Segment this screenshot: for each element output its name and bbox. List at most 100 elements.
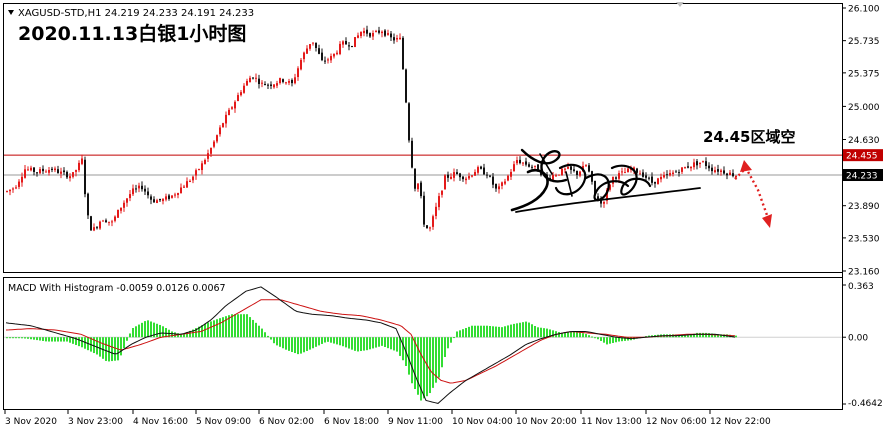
candle (402, 36, 404, 70)
candle (414, 168, 416, 192)
candle-body (576, 170, 578, 175)
histogram-bar (699, 332, 701, 338)
macd-axis-ticks: 0.363 0.00 -0.4642 (842, 282, 883, 409)
histogram-bar (237, 314, 239, 338)
candle-body (21, 176, 23, 183)
candle-body (696, 161, 698, 166)
candle-body (138, 185, 140, 189)
candle-body (426, 225, 428, 229)
candle-body (57, 169, 59, 174)
histogram-bar (36, 337, 38, 341)
histogram-bar (357, 337, 359, 352)
candle (423, 191, 425, 227)
candle-body (324, 60, 326, 62)
histogram-bar (390, 337, 392, 350)
candle-body (390, 33, 392, 38)
histogram-bar (78, 337, 80, 347)
candle (117, 209, 119, 219)
candle-body (159, 198, 161, 201)
candle-body (228, 109, 230, 116)
candle-body (561, 168, 563, 176)
candle-body (168, 195, 170, 199)
histogram-bar (423, 337, 425, 399)
candle-body (453, 172, 455, 178)
candle-body (522, 162, 524, 164)
trading-chart: XAGUSD-STD,H1 24.219 24.233 24.191 24.23… (3, 2, 883, 427)
histogram-bar (24, 337, 26, 339)
candle-body (291, 79, 293, 84)
histogram-bar (159, 324, 161, 338)
histogram-bar (231, 314, 233, 338)
candle-body (45, 171, 47, 173)
candle-body (36, 172, 38, 174)
candle-body (528, 164, 530, 167)
candle-body (447, 174, 449, 178)
histogram-bar (495, 326, 497, 338)
histogram-bar (459, 330, 461, 338)
candle-body (303, 52, 305, 60)
candle-body (105, 220, 107, 223)
histogram-bar (507, 325, 509, 338)
histogram-bar (333, 337, 335, 344)
macd-tick-label: 0.00 (848, 334, 868, 344)
candle-body (516, 160, 518, 164)
histogram-bar (150, 321, 152, 338)
histogram-bar (327, 337, 329, 342)
histogram-bar (99, 337, 101, 357)
histogram-bar (234, 314, 236, 338)
histogram-bar (468, 326, 470, 338)
candle-body (339, 43, 341, 55)
candle-body (714, 170, 716, 173)
candle (354, 37, 356, 48)
histogram-bar (243, 314, 245, 338)
candle-body (183, 186, 185, 188)
candle-body (480, 166, 482, 169)
histogram-bar (213, 320, 215, 338)
candle-body (27, 169, 29, 171)
candle-body (369, 33, 371, 37)
candle-body (114, 216, 116, 221)
candle-body (684, 167, 686, 169)
histogram-bar (537, 327, 539, 338)
candle-body (198, 169, 200, 171)
time-tick-label: 3 Nov 23:00 (68, 417, 123, 427)
candle-body (318, 48, 320, 54)
candle-body (30, 167, 32, 171)
candle-body (264, 83, 266, 86)
histogram-bar (288, 337, 290, 351)
candle-body (156, 200, 158, 203)
candle-body (729, 172, 731, 176)
candle-body (666, 174, 668, 176)
candle-body (477, 167, 479, 173)
candle-body (387, 33, 389, 35)
histogram-bar (270, 337, 272, 340)
candle-body (270, 84, 272, 86)
histogram-bar (54, 337, 56, 342)
candle (420, 180, 422, 199)
candle-body (417, 183, 419, 190)
histogram-bar (402, 337, 404, 361)
candle-body (471, 175, 473, 177)
candle-body (456, 172, 458, 175)
candle-body (60, 171, 62, 174)
candle-body (69, 176, 71, 179)
histogram-bar (240, 314, 242, 338)
histogram-bar (384, 337, 386, 348)
histogram-bar (519, 322, 521, 338)
candle-body (393, 37, 395, 41)
candle-body (192, 176, 194, 181)
histogram-bar (342, 337, 344, 347)
candle-body (315, 42, 317, 48)
candle-body (567, 166, 569, 169)
histogram-bar (480, 325, 482, 338)
candle-body (135, 188, 137, 190)
time-axis-ticks: 3 Nov 2020 3 Nov 23:00 4 Nov 16:00 5 Nov 09… (4, 410, 771, 427)
candle-body (120, 207, 122, 211)
candle-body (663, 175, 665, 178)
candle-body (510, 171, 512, 177)
histogram-bar (486, 325, 488, 338)
candle-body (240, 92, 242, 96)
candle-body (147, 191, 149, 196)
histogram-bar (42, 337, 44, 341)
histogram-bar (138, 324, 140, 338)
